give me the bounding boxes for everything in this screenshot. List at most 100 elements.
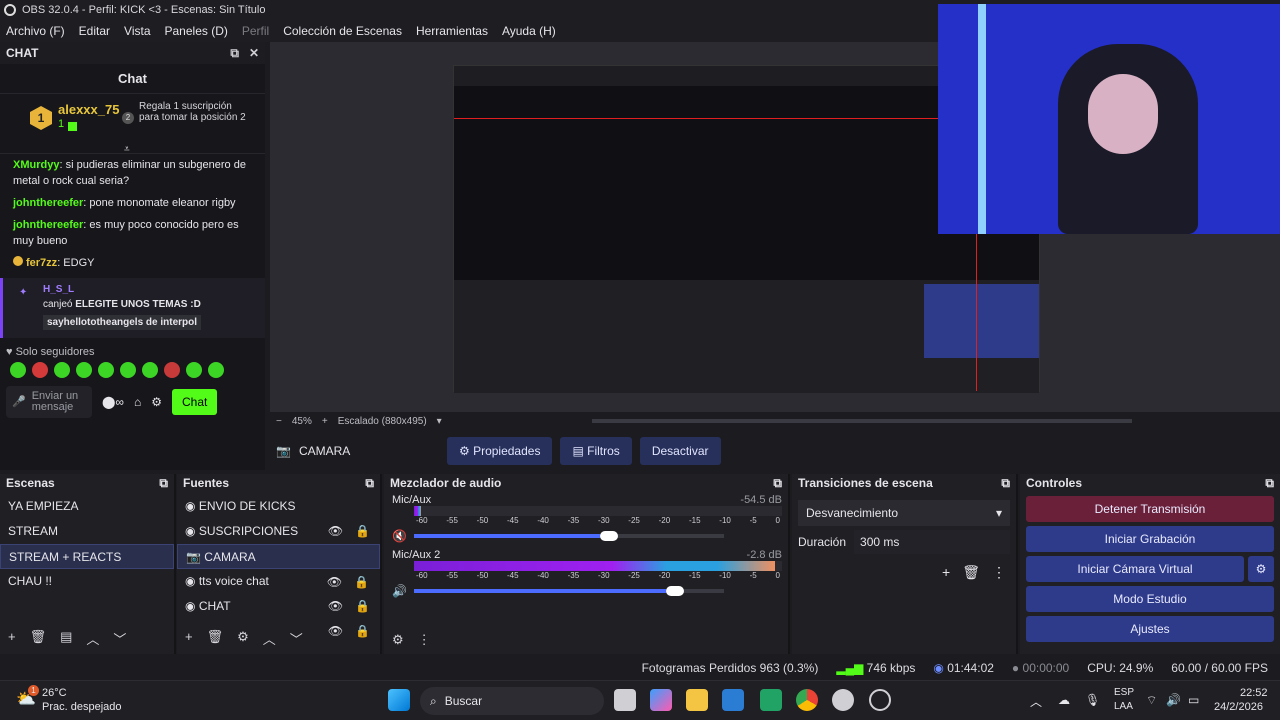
chrome-icon[interactable] — [796, 689, 818, 711]
menu-herramientas[interactable]: Herramientas — [416, 24, 488, 38]
emote-icon[interactable] — [98, 362, 114, 378]
slider-knob[interactable] — [600, 531, 618, 541]
duration-input[interactable]: 300 ms — [854, 530, 1010, 554]
slider-knob[interactable] — [666, 586, 684, 596]
advanced-audio-icon[interactable]: ⚙ — [392, 632, 404, 648]
copilot-icon[interactable] — [650, 689, 672, 711]
deactivate-button[interactable]: Desactivar — [639, 437, 721, 465]
zoom-out-icon[interactable]: − — [276, 416, 282, 427]
undock-icon[interactable]: ⧉ — [365, 476, 374, 491]
zoom-in-icon[interactable]: + — [322, 416, 328, 427]
send-chat-button[interactable]: Chat — [172, 389, 218, 415]
properties-button[interactable]: ⚙ Propiedades — [446, 437, 553, 465]
trash-icon[interactable]: 🗑 — [30, 629, 47, 648]
visibility-eye-icon[interactable]: 👁 — [328, 619, 343, 644]
volume-slider[interactable] — [414, 586, 724, 596]
scene-item[interactable]: YA EMPIEZA — [0, 494, 174, 519]
emote-icon[interactable] — [54, 362, 70, 378]
scene-item[interactable]: STREAM — [0, 519, 174, 544]
gear-icon[interactable]: ⚙ — [237, 629, 249, 648]
emote-icon[interactable] — [142, 362, 158, 378]
menu-ayuda[interactable]: Ayuda (H) — [502, 24, 556, 38]
redeem-user[interactable]: H_S_L — [43, 284, 255, 295]
store-icon[interactable]: ⌂ — [134, 395, 141, 409]
settings-button[interactable]: Ajustes — [1026, 616, 1274, 642]
menu-editar[interactable]: Editar — [79, 24, 110, 38]
volume-slider[interactable] — [414, 531, 724, 541]
volume-icon[interactable]: 🔊 — [1166, 693, 1181, 707]
add-icon[interactable]: + — [942, 564, 950, 581]
scene-item[interactable]: CHAU !! — [0, 569, 174, 594]
chat-username[interactable]: fer7zz — [26, 257, 57, 269]
clock-date[interactable]: 24/2/2026 — [1214, 701, 1263, 713]
scene-item[interactable]: STREAM + REACTS — [0, 544, 174, 569]
emote-icon[interactable] — [120, 362, 136, 378]
filter-icon[interactable]: ▤ — [60, 629, 72, 648]
close-icon[interactable]: ✕ — [249, 46, 259, 61]
chevron-up-icon[interactable]: ︿ — [1030, 693, 1042, 710]
move-down-icon[interactable]: ﹀ — [290, 629, 303, 648]
excel-icon[interactable] — [760, 689, 782, 711]
wifi-icon[interactable]: ⌔ — [1146, 693, 1157, 708]
add-icon[interactable]: + — [8, 629, 16, 648]
gear-icon[interactable]: ⚙ — [151, 395, 162, 409]
file-explorer-icon[interactable] — [686, 689, 708, 711]
media-player-icon[interactable] — [832, 689, 854, 711]
studio-mode-button[interactable]: Modo Estudio — [1026, 586, 1274, 612]
muted-speaker-icon[interactable]: 🔇 — [392, 529, 408, 543]
virtual-camera-settings-gear-icon[interactable]: ⚙ — [1248, 556, 1274, 582]
menu-archivo[interactable]: Archivo (F) — [6, 24, 65, 38]
emote-icon[interactable] — [164, 362, 180, 378]
start-virtual-camera-button[interactable]: Iniciar Cámara Virtual — [1026, 556, 1244, 582]
obs-taskbar-icon[interactable] — [869, 689, 891, 711]
move-up-icon[interactable]: ︿ — [263, 629, 276, 648]
clock-time[interactable]: 22:52 — [1240, 687, 1268, 699]
filters-button[interactable]: ▤ Filtros — [560, 437, 632, 465]
move-up-icon[interactable]: ︿ — [86, 629, 99, 648]
infinity-icon[interactable]: ⬤∞ — [102, 395, 124, 409]
menu-dots-icon[interactable]: ⋮ — [418, 632, 431, 648]
transition-select[interactable]: Desvanecimiento ▾ — [798, 500, 1010, 526]
chat-username[interactable]: johnthereefer — [13, 197, 83, 209]
undock-icon[interactable]: ⧉ — [1001, 476, 1010, 491]
source-item[interactable]: ◉ tts voice chat 👁 🔒 — [177, 569, 380, 613]
add-icon[interactable]: + — [185, 629, 193, 648]
expand-chevron-icon[interactable]: ⩡ — [124, 144, 130, 155]
mic-icon[interactable]: 🎙 — [1085, 693, 1100, 707]
start-recording-button[interactable]: Iniciar Grabación — [1026, 526, 1274, 552]
menu-paneles[interactable]: Paneles (D) — [165, 24, 228, 38]
input-lang-1[interactable]: ESP — [1114, 687, 1134, 698]
input-lang-2[interactable]: LAA — [1114, 701, 1133, 712]
source-item[interactable]: ◉ SUSCRIPCIONES👁🔒 — [177, 519, 380, 563]
undock-icon[interactable]: ⧉ — [773, 476, 782, 491]
windows-start-icon[interactable] — [388, 689, 410, 711]
source-item[interactable]: ◉ CHAT 👁 🔒 — [177, 594, 380, 638]
menu-dots-icon[interactable]: ⋮ — [992, 564, 1006, 581]
source-item[interactable]: ◉ ENVIO DE KICKS 👁 🔒 — [177, 494, 380, 538]
onedrive-icon[interactable]: ☁ — [1058, 693, 1070, 707]
emote-icon[interactable] — [208, 362, 224, 378]
chat-username[interactable]: XMurdyy — [13, 159, 59, 171]
menu-coleccion-escenas[interactable]: Colección de Escenas — [283, 24, 402, 38]
taskbar-search[interactable]: ⌕ Buscar — [420, 687, 604, 715]
mic-icon[interactable]: 🎤 — [12, 396, 26, 408]
speaker-icon[interactable]: 🔊 — [392, 584, 408, 598]
chat-input[interactable]: 🎤 Enviar un mensaje — [6, 386, 92, 418]
move-down-icon[interactable]: ﹀ — [113, 629, 126, 648]
emote-icon[interactable] — [32, 362, 48, 378]
word-icon[interactable] — [722, 689, 744, 711]
webcam-source[interactable] — [938, 4, 1280, 234]
chat-username[interactable]: johnthereefer — [13, 219, 83, 231]
battery-icon[interactable]: ▭ — [1188, 693, 1199, 707]
emote-icon[interactable] — [76, 362, 92, 378]
source-item[interactable]: 📷 CAMARA 👁 🔒 — [177, 544, 380, 589]
task-view-icon[interactable] — [614, 689, 636, 711]
undock-icon[interactable]: ⧉ — [1265, 476, 1274, 491]
lock-icon[interactable]: 🔒 — [355, 619, 370, 644]
undock-icon[interactable]: ⧉ — [159, 476, 168, 491]
menu-vista[interactable]: Vista — [124, 24, 150, 38]
emote-icon[interactable] — [186, 362, 202, 378]
trash-icon[interactable]: 🗑 — [962, 564, 980, 581]
trash-icon[interactable]: 🗑 — [207, 629, 224, 648]
emote-icon[interactable] — [10, 362, 26, 378]
